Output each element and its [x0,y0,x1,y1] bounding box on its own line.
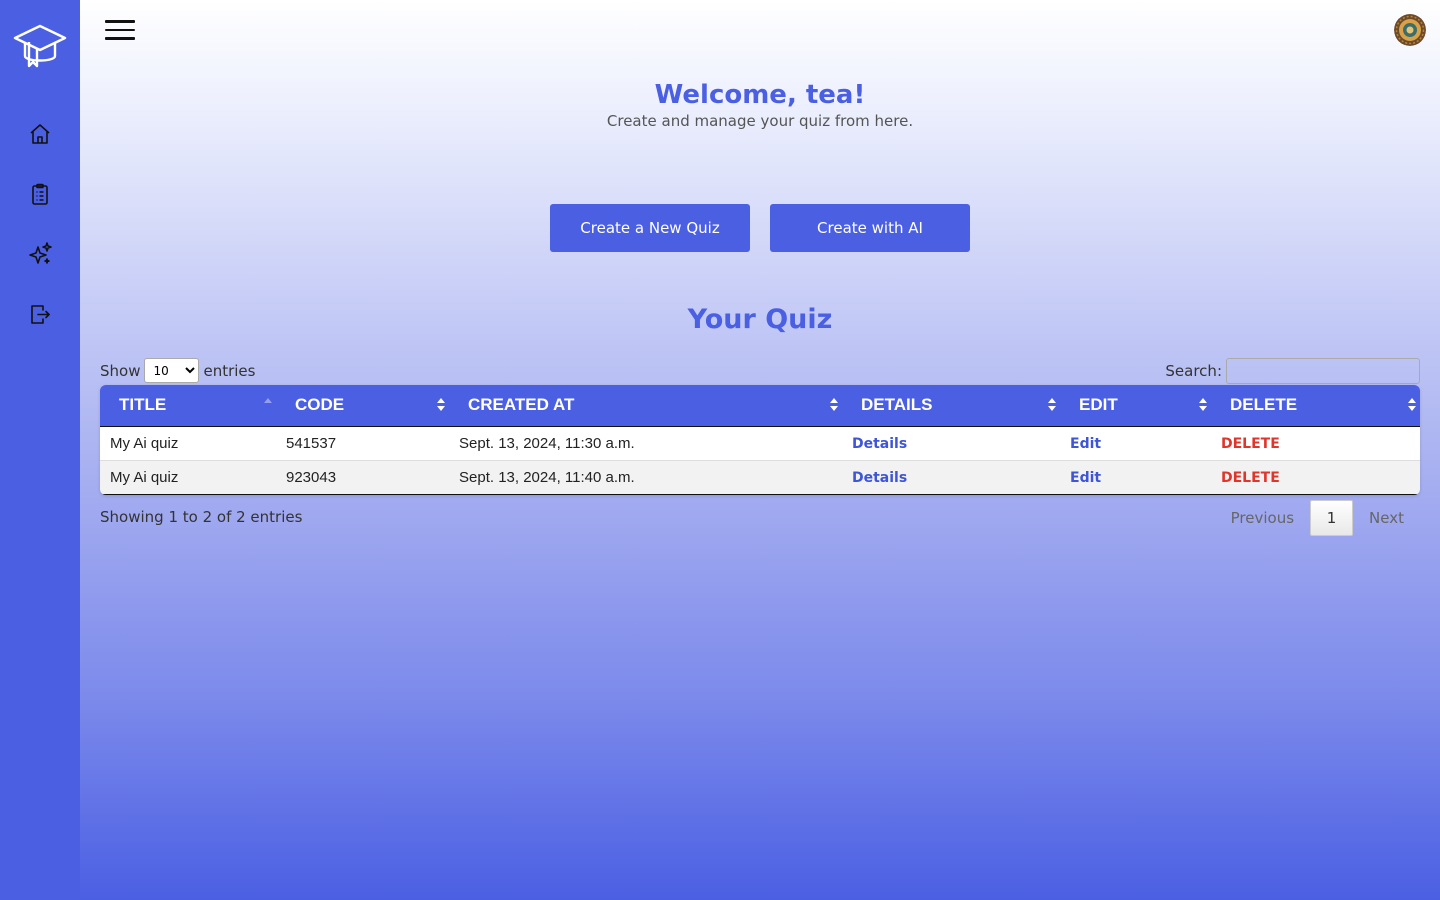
cell-created-at: Sept. 13, 2024, 11:30 a.m. [459,434,635,452]
table-info: Showing 1 to 2 of 2 entries [100,508,303,526]
sparkles-icon[interactable] [26,240,54,268]
cell-delete: DELETE [1211,426,1420,460]
welcome-title: Welcome, tea! [654,80,866,110]
next-button[interactable]: Next [1353,509,1420,527]
cell-code: 541537 [286,434,337,452]
cell-details: Details [842,426,1060,460]
sort-icon [437,398,445,412]
delete-link[interactable]: DELETE [1221,470,1280,486]
entries-select[interactable]: 10 [144,358,200,383]
cell-title: My Ai quiz [110,468,179,486]
edit-link[interactable]: Edit [1070,436,1101,452]
main-content: Welcome, tea! Create and manage your qui… [80,0,1440,900]
table-header-row: TITLE CODE CREATED AT DETAILS EDIT DELET… [100,385,1420,426]
home-icon[interactable] [26,120,54,148]
sort-asc-icon [264,398,272,412]
delete-link[interactable]: DELETE [1221,436,1280,452]
create-with-ai-button[interactable]: Create with AI [770,204,970,252]
cell-details: Details [842,460,1060,494]
cell-delete: DELETE [1211,460,1420,494]
table-row: My Ai quiz 541537 Sept. 13, 2024, 11:30 … [100,426,1420,460]
table-row: My Ai quiz 923043 Sept. 13, 2024, 11:40 … [100,460,1420,494]
graduation-cap-icon[interactable] [12,18,68,72]
cell-created-at: Sept. 13, 2024, 11:40 a.m. [459,468,635,486]
column-header-title[interactable]: TITLE [100,385,276,426]
column-header-code[interactable]: CODE [276,385,449,426]
sort-icon [830,398,838,412]
search-control: Search: [1165,358,1420,384]
details-link[interactable]: Details [852,436,907,452]
edit-link[interactable]: Edit [1070,470,1101,486]
search-label: Search: [1165,362,1222,380]
section-title: Your Quiz [687,304,833,335]
avatar[interactable] [1394,14,1426,46]
cell-code: 923043 [286,468,337,486]
cell-edit: Edit [1060,426,1211,460]
pagination: Previous 1 Next [1215,500,1420,536]
column-header-delete[interactable]: DELETE [1211,385,1420,426]
cell-edit: Edit [1060,460,1211,494]
sort-icon [1408,398,1416,412]
welcome-subtitle: Create and manage your quiz from here. [606,112,914,130]
quiz-table: TITLE CODE CREATED AT DETAILS EDIT DELET… [100,385,1420,495]
column-header-created-at[interactable]: CREATED AT [449,385,842,426]
previous-button[interactable]: Previous [1215,509,1310,527]
clipboard-list-icon[interactable] [26,180,54,208]
entries-length-control: Show 10 entries [100,358,255,383]
entries-label: entries [203,361,256,380]
logout-icon[interactable] [26,300,54,328]
show-label: Show [100,361,141,380]
column-header-edit[interactable]: EDIT [1060,385,1211,426]
hamburger-icon[interactable] [105,20,135,40]
details-link[interactable]: Details [852,470,907,486]
column-header-details[interactable]: DETAILS [842,385,1060,426]
sidebar [0,0,80,900]
create-new-quiz-button[interactable]: Create a New Quiz [550,204,750,252]
cell-title: My Ai quiz [110,434,179,452]
sort-icon [1199,398,1207,412]
page-1-button[interactable]: 1 [1310,500,1354,536]
search-input[interactable] [1226,358,1420,384]
sort-icon [1048,398,1056,412]
